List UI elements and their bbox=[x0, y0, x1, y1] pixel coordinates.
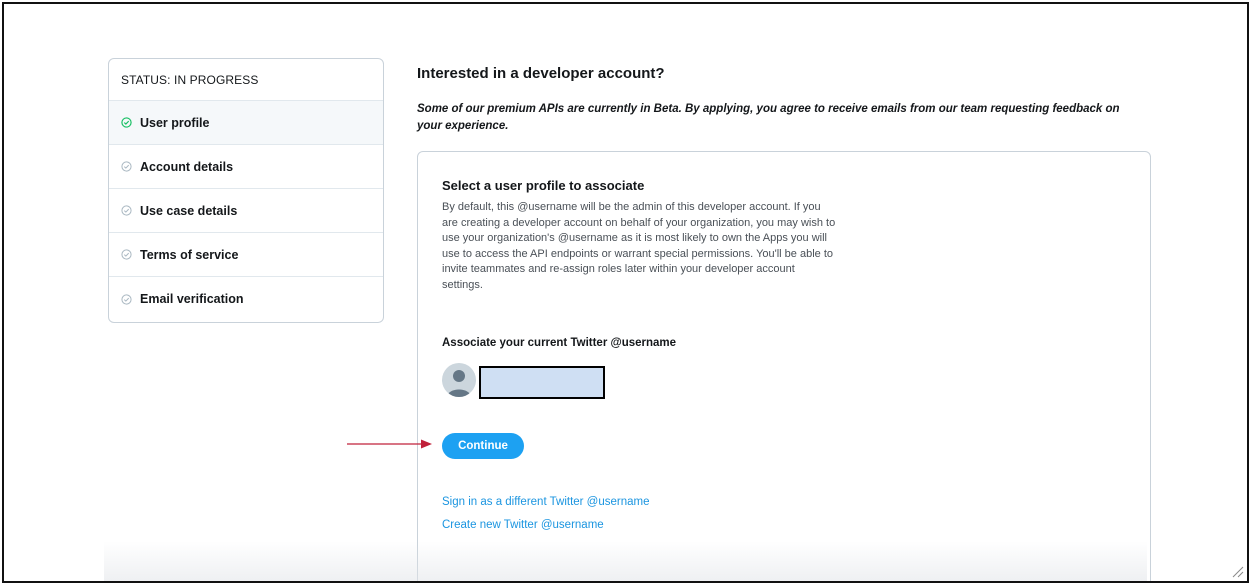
sidebar-item-label: Use case details bbox=[140, 203, 238, 218]
resize-grip-icon[interactable] bbox=[1230, 564, 1244, 578]
check-circle-outline-icon bbox=[121, 249, 132, 260]
check-circle-outline-icon bbox=[121, 205, 132, 216]
arrow-right-icon bbox=[347, 439, 432, 449]
profile-card: Select a user profile to associate By de… bbox=[417, 151, 1151, 581]
status-label: STATUS: IN PROGRESS bbox=[109, 59, 383, 101]
sidebar-item-label: User profile bbox=[140, 115, 210, 130]
default-avatar-icon bbox=[442, 363, 476, 397]
beta-notice: Some of our premium APIs are currently i… bbox=[417, 103, 1120, 132]
associate-username-label: Associate your current Twitter @username bbox=[442, 337, 677, 349]
sidebar-item-email-verification[interactable]: Email verification bbox=[109, 277, 383, 321]
progress-sidebar: STATUS: IN PROGRESS User profile Account… bbox=[108, 58, 384, 323]
check-circle-outline-icon bbox=[121, 293, 132, 305]
sidebar-item-terms-of-service[interactable]: Terms of service bbox=[109, 233, 383, 277]
check-circle-outline-icon bbox=[121, 161, 132, 172]
bottom-fade bbox=[104, 541, 1147, 581]
sidebar-item-user-profile[interactable]: User profile bbox=[109, 101, 383, 145]
card-title: Select a user profile to associate bbox=[442, 178, 645, 193]
sign-in-different-username-link[interactable]: Sign in as a different Twitter @username bbox=[442, 496, 650, 508]
redacted-username bbox=[479, 366, 605, 399]
sidebar-item-label: Terms of service bbox=[140, 247, 239, 262]
screenshot-frame: STATUS: IN PROGRESS User profile Account… bbox=[2, 2, 1249, 583]
card-description: By default, this @username will be the a… bbox=[442, 201, 836, 291]
continue-button[interactable]: Continue bbox=[442, 433, 524, 459]
check-circle-icon bbox=[121, 117, 132, 128]
sidebar-item-account-details[interactable]: Account details bbox=[109, 145, 383, 189]
sidebar-item-label: Account details bbox=[140, 159, 234, 174]
page-title: Interested in a developer account? bbox=[417, 65, 665, 82]
sidebar-item-use-case-details[interactable]: Use case details bbox=[109, 189, 383, 233]
create-new-username-link[interactable]: Create new Twitter @username bbox=[442, 519, 604, 531]
sidebar-item-label: Email verification bbox=[140, 292, 244, 306]
